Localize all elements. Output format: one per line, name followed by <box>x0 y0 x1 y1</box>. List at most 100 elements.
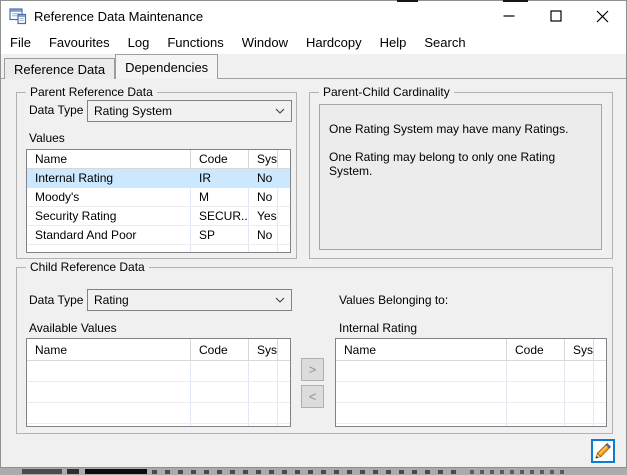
cell-filler <box>278 245 290 252</box>
menu-item-help[interactable]: Help <box>371 35 416 50</box>
chevron-down-icon <box>269 297 291 303</box>
cell <box>249 245 278 252</box>
close-button[interactable] <box>579 1 626 31</box>
table-row[interactable]: Security Rating SECUR... Yes <box>27 207 290 226</box>
table-row-empty[interactable] <box>336 382 606 403</box>
table-row-empty[interactable] <box>27 403 290 424</box>
edit-button[interactable] <box>591 439 615 463</box>
table-header-row: NameCodeSys... <box>27 150 290 169</box>
available-values-table[interactable]: NameCodeSys... <box>26 338 291 427</box>
cell <box>249 403 278 423</box>
menu-item-log[interactable]: Log <box>119 35 159 50</box>
move-left-button[interactable]: < <box>301 385 324 408</box>
cell <box>191 361 249 381</box>
maximize-icon <box>549 10 562 22</box>
table-row-empty[interactable] <box>336 361 606 382</box>
cell-filler <box>594 403 606 423</box>
cell <box>336 382 507 402</box>
parent-reference-data-group: Parent Reference Data Data Type Rating S… <box>16 85 297 259</box>
menu-item-search[interactable]: Search <box>415 35 474 50</box>
table-row-empty[interactable] <box>27 245 290 252</box>
column-header-filler <box>278 339 290 360</box>
belonging-target-label: Internal Rating <box>339 321 418 335</box>
move-right-button[interactable]: > <box>301 358 324 381</box>
menu-item-window[interactable]: Window <box>233 35 297 50</box>
cell <box>191 424 249 426</box>
cell-filler <box>594 424 606 426</box>
maximize-button[interactable] <box>532 1 579 31</box>
child-reference-data-group: Child Reference Data Data Type Rating Av… <box>16 260 613 434</box>
table-row[interactable]: Moody's M No <box>27 188 290 207</box>
table-row-empty[interactable] <box>336 424 606 426</box>
cell <box>249 361 278 381</box>
tab-reference-data[interactable]: Reference Data <box>4 58 116 79</box>
menu-item-functions[interactable]: Functions <box>158 35 232 50</box>
cell: IR <box>191 169 249 187</box>
tab-dependencies[interactable]: Dependencies <box>115 54 219 79</box>
cell <box>191 245 249 252</box>
column-header-name[interactable]: Name <box>336 339 507 360</box>
parent-data-type-combobox[interactable]: Rating System <box>87 100 292 122</box>
minimize-icon <box>503 15 514 17</box>
table-header-row: NameCodeSys... <box>336 339 606 361</box>
column-header-code[interactable]: Code <box>191 339 249 360</box>
cell <box>249 424 278 426</box>
form-icon <box>9 8 27 25</box>
cell <box>27 245 191 252</box>
cell <box>191 403 249 423</box>
cell-filler <box>278 403 290 423</box>
cell <box>27 403 191 423</box>
app-window: Reference Data Maintenance File Favourite… <box>0 0 627 468</box>
column-header-filler <box>278 150 290 168</box>
data-type-label: Data Type <box>29 103 84 117</box>
column-header-code[interactable]: Code <box>191 150 249 168</box>
column-header-sys[interactable]: Sys... <box>249 150 278 168</box>
table-row-empty[interactable] <box>27 361 290 382</box>
cell: No <box>249 169 278 187</box>
cell-filler <box>278 424 290 426</box>
table-row[interactable]: Internal Rating IR No <box>27 169 290 188</box>
background-desktop-strip <box>0 468 627 475</box>
cell: Standard And Poor <box>27 226 191 244</box>
column-header-name[interactable]: Name <box>27 339 191 360</box>
chevron-down-icon <box>269 108 291 114</box>
cell: No <box>249 188 278 206</box>
cell <box>336 403 507 423</box>
cell: No <box>249 226 278 244</box>
cell: Yes <box>249 207 278 225</box>
combobox-value: Rating System <box>94 104 173 118</box>
column-header-sys[interactable]: Sys... <box>565 339 594 360</box>
cell <box>565 403 594 423</box>
background-window-fragment <box>397 0 418 2</box>
column-header-name[interactable]: Name <box>27 150 191 168</box>
cell <box>565 424 594 426</box>
column-header-sys[interactable]: Sys... <box>249 339 278 360</box>
group-title: Child Reference Data <box>26 260 149 275</box>
table-row-empty[interactable] <box>27 382 290 403</box>
table-row-empty[interactable] <box>27 424 290 426</box>
cell-filler <box>278 361 290 381</box>
minimize-button[interactable] <box>485 1 532 31</box>
cell: Internal Rating <box>27 169 191 187</box>
cell <box>507 424 565 426</box>
available-values-label: Available Values <box>29 321 117 335</box>
belonging-values-table[interactable]: NameCodeSys... <box>335 338 607 427</box>
column-header-code[interactable]: Code <box>507 339 565 360</box>
cell: M <box>191 188 249 206</box>
group-title: Parent Reference Data <box>26 85 157 100</box>
cell-filler <box>278 188 290 206</box>
window-title: Reference Data Maintenance <box>34 8 204 24</box>
cell <box>565 382 594 402</box>
cell <box>507 361 565 381</box>
cell <box>191 382 249 402</box>
menu-item-favourites[interactable]: Favourites <box>40 35 119 50</box>
parent-values-table[interactable]: NameCodeSys...Internal RatingIRNoMoody's… <box>26 149 291 253</box>
cell: SECUR... <box>191 207 249 225</box>
cell-filler <box>278 226 290 244</box>
menu-item-hardcopy[interactable]: Hardcopy <box>297 35 371 50</box>
child-data-type-combobox[interactable]: Rating <box>87 289 292 311</box>
menu-item-file[interactable]: File <box>1 35 40 50</box>
table-row-empty[interactable] <box>336 403 606 424</box>
table-row[interactable]: Standard And Poor SP No <box>27 226 290 245</box>
cell-filler <box>594 382 606 402</box>
